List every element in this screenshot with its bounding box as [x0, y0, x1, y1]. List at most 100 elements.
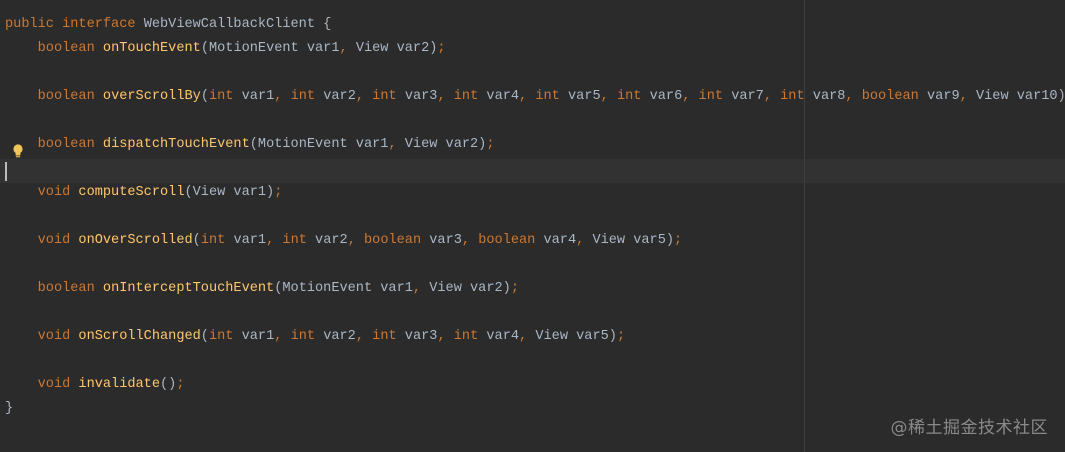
- code-token: overScrollBy: [102, 89, 201, 104]
- code-token: public interface: [5, 17, 144, 32]
- code-token: ;: [616, 329, 626, 344]
- code-token: var1: [233, 233, 267, 248]
- text-caret: [5, 162, 7, 181]
- code-token: var4: [486, 329, 520, 344]
- code-token: (View var1): [184, 185, 275, 200]
- code-token: onScrollChanged: [78, 329, 201, 344]
- code-token: var7: [731, 89, 764, 104]
- code-content[interactable]: public interface WebViewCallbackClient {…: [5, 13, 1065, 421]
- code-token: var3: [429, 233, 462, 248]
- code-token: onInterceptTouchEvent: [102, 281, 275, 296]
- code-token: var8: [812, 89, 846, 104]
- code-line[interactable]: [5, 301, 1065, 325]
- code-token: , boolean: [461, 233, 544, 248]
- code-token: boolean: [5, 281, 103, 296]
- code-token: void: [5, 377, 79, 392]
- code-token: int: [200, 233, 234, 248]
- code-line[interactable]: [5, 109, 1065, 133]
- code-token: boolean: [5, 137, 103, 152]
- code-line[interactable]: [5, 157, 1065, 181]
- code-token: ,: [339, 41, 356, 56]
- code-token: , int: [519, 89, 568, 104]
- code-token: , int: [274, 329, 324, 344]
- code-token: ,: [519, 329, 536, 344]
- code-line[interactable]: void onScrollChanged(int var1, int var2,…: [5, 325, 1065, 349]
- code-token: }: [5, 401, 14, 416]
- code-token: void: [5, 329, 79, 344]
- code-token: , int: [682, 89, 732, 104]
- code-token: onOverScrolled: [78, 233, 193, 248]
- code-token: , int: [266, 233, 316, 248]
- code-token: computeScroll: [78, 185, 185, 200]
- code-token: ,: [388, 137, 405, 152]
- code-token: , int: [274, 89, 324, 104]
- code-line[interactable]: void onOverScrolled(int var1, int var2, …: [5, 229, 1065, 253]
- code-token: , int: [763, 89, 813, 104]
- code-token: var3: [404, 329, 438, 344]
- code-token: ;: [437, 41, 446, 56]
- code-token: ;: [274, 185, 283, 200]
- code-token: var6: [649, 89, 683, 104]
- code-token: ;: [510, 281, 519, 296]
- code-token: dispatchTouchEvent: [102, 137, 250, 152]
- code-token: View var2): [429, 281, 511, 296]
- code-token: , int: [600, 89, 650, 104]
- code-line[interactable]: boolean dispatchTouchEvent(MotionEvent v…: [5, 133, 1065, 157]
- code-token: ;: [176, 377, 185, 392]
- code-line[interactable]: boolean onTouchEvent(MotionEvent var1, V…: [5, 37, 1065, 61]
- code-token: void: [5, 233, 79, 248]
- code-token: (: [192, 233, 201, 248]
- code-token: var2: [315, 233, 348, 248]
- code-token: onTouchEvent: [102, 41, 201, 56]
- code-token: , int: [355, 89, 405, 104]
- code-token: View var5): [535, 329, 617, 344]
- code-line[interactable]: void invalidate();: [5, 373, 1065, 397]
- watermark-text: @稀土掘金技术社区: [890, 418, 1048, 438]
- code-token: ;: [486, 137, 495, 152]
- code-token: (: [200, 329, 209, 344]
- code-token: var5: [568, 89, 601, 104]
- code-token: ,: [412, 281, 430, 296]
- code-token: (: [200, 89, 209, 104]
- code-token: , int: [437, 89, 487, 104]
- code-token: , boolean: [347, 233, 430, 248]
- code-token: (MotionEvent var1: [274, 281, 413, 296]
- code-token: var1: [241, 89, 275, 104]
- code-line[interactable]: [5, 61, 1065, 85]
- code-line[interactable]: [5, 253, 1065, 277]
- code-token: var9: [927, 89, 960, 104]
- code-token: View var5): [592, 233, 675, 248]
- code-token: var2: [323, 89, 356, 104]
- code-token: , boolean: [845, 89, 927, 104]
- code-token: WebViewCallbackClient {: [143, 17, 332, 32]
- code-token: (): [160, 377, 177, 392]
- code-line[interactable]: boolean onInterceptTouchEvent(MotionEven…: [5, 277, 1065, 301]
- code-token: var4: [543, 233, 577, 248]
- code-token: , int: [355, 329, 405, 344]
- code-token: var4: [486, 89, 520, 104]
- code-token: var2: [323, 329, 356, 344]
- code-token: ,: [959, 89, 976, 104]
- code-line[interactable]: void computeScroll(View var1);: [5, 181, 1065, 205]
- code-token: ;: [674, 233, 683, 248]
- code-editor[interactable]: public interface WebViewCallbackClient {…: [0, 0, 1065, 452]
- code-token: View var2): [404, 137, 487, 152]
- code-token: ,: [576, 233, 593, 248]
- code-line[interactable]: [5, 205, 1065, 229]
- code-token: View var10): [975, 89, 1065, 104]
- code-token: (MotionEvent var1: [249, 137, 389, 152]
- code-token: (MotionEvent var1: [200, 41, 340, 56]
- code-token: var3: [404, 89, 438, 104]
- code-token: int: [208, 329, 242, 344]
- code-line[interactable]: [5, 349, 1065, 373]
- code-token: boolean: [5, 89, 103, 104]
- code-line[interactable]: public interface WebViewCallbackClient {: [5, 13, 1065, 37]
- code-token: var1: [241, 329, 275, 344]
- code-token: void: [5, 185, 79, 200]
- code-token: int: [208, 89, 242, 104]
- code-token: boolean: [5, 41, 103, 56]
- code-token: invalidate: [78, 377, 160, 392]
- code-line[interactable]: boolean overScrollBy(int var1, int var2,…: [5, 85, 1065, 109]
- code-token: , int: [437, 329, 487, 344]
- code-token: View var2): [355, 41, 438, 56]
